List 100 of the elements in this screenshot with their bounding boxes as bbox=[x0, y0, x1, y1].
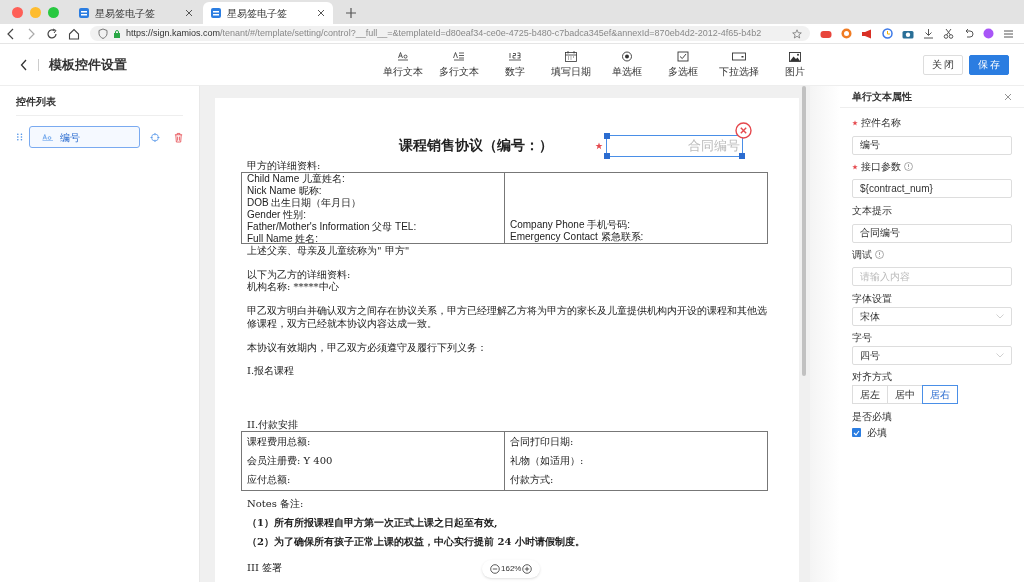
toolbar-button[interactable]: 单选框 bbox=[598, 50, 655, 79]
table-text: Full Name 姓名: bbox=[247, 233, 320, 245]
shield-icon bbox=[98, 28, 108, 39]
back-icon[interactable] bbox=[20, 58, 28, 71]
section-label: 甲方的详细资料: bbox=[247, 160, 322, 172]
trash-icon[interactable] bbox=[173, 131, 183, 143]
toolbar-button[interactable]: 填写日期 bbox=[542, 50, 599, 79]
align-option[interactable]: 居左 bbox=[852, 385, 888, 404]
field-label: 对齐方式 bbox=[852, 370, 892, 384]
toolbar-button[interactable]: 多选框 bbox=[654, 50, 711, 79]
chevron-down-icon bbox=[996, 314, 1004, 319]
url-text: https://sign.kamios.com/tenant/#/template/setting/control?__full__=&templateId=d80eaf34-ce0e-4725-b480-c7badca345ef&annexId=870eb4d2-2012-4f65-b4b2 bbox=[126, 26, 763, 40]
field-label: 调试 bbox=[852, 248, 872, 262]
forward-icon[interactable] bbox=[26, 27, 36, 40]
checkbox-icon bbox=[674, 50, 691, 63]
paragraph-text: 上述父亲、母亲及儿童统称为" 甲方" bbox=[247, 245, 411, 257]
tab-title: 星易签电子签 bbox=[95, 6, 156, 21]
dropdown[interactable]: 宋体 bbox=[852, 307, 1012, 326]
scissors-icon[interactable] bbox=[943, 28, 954, 39]
lock-icon bbox=[113, 29, 121, 38]
image-icon bbox=[786, 50, 803, 63]
table-text: 礼物（如适用）: bbox=[510, 455, 585, 467]
resize-handle[interactable] bbox=[604, 153, 610, 159]
zoom-level: 162% bbox=[501, 563, 522, 575]
download-icon[interactable] bbox=[923, 28, 934, 39]
section-heading: III 签署 bbox=[247, 562, 283, 574]
section-heading: II.付款安排 bbox=[247, 419, 300, 431]
field-label: 字号 bbox=[852, 331, 872, 345]
menu-icon[interactable] bbox=[1003, 28, 1014, 39]
star-icon[interactable] bbox=[792, 28, 802, 39]
checkbox-label: 必填 bbox=[867, 426, 887, 440]
field-label: 字体设置 bbox=[852, 292, 892, 306]
window-control[interactable] bbox=[12, 6, 23, 18]
close-icon[interactable] bbox=[185, 9, 193, 17]
checkbox[interactable] bbox=[852, 428, 861, 437]
panel-title: 单行文本属性 bbox=[852, 90, 912, 104]
section-heading: I.报名课程 bbox=[247, 365, 296, 377]
panel-title: 控件列表 bbox=[16, 94, 183, 116]
undo-icon[interactable] bbox=[963, 28, 974, 39]
align-option[interactable]: 居右 bbox=[922, 385, 958, 404]
toolbar-button[interactable]: 多行文本 bbox=[430, 50, 487, 79]
toolbar-button[interactable]: 下拉选择 bbox=[710, 50, 767, 79]
table-text: DOB 出生日期（年月日） bbox=[247, 197, 363, 209]
section-label: 以下为乙方的详细资料: bbox=[247, 269, 352, 281]
favicon-icon bbox=[79, 8, 89, 18]
toolbar-button[interactable]: 单行文本 bbox=[374, 50, 431, 79]
paragraph-text: 机构名称: *****中心 bbox=[247, 281, 340, 293]
camera-icon[interactable] bbox=[902, 28, 914, 39]
input-field[interactable]: 请输入内容 bbox=[852, 267, 1012, 286]
resize-handle[interactable] bbox=[604, 133, 610, 139]
document-title: 课程销售协议（编号：） bbox=[399, 136, 553, 155]
align-option[interactable]: 居中 bbox=[887, 385, 923, 404]
crosshair-icon[interactable] bbox=[150, 131, 160, 143]
home-icon[interactable] bbox=[68, 27, 80, 40]
remove-icon[interactable] bbox=[735, 122, 752, 139]
zoom-out-icon[interactable] bbox=[490, 564, 500, 574]
field-label: 是否必填 bbox=[852, 410, 892, 424]
table-text: Child Name 儿童姓名: bbox=[247, 173, 346, 185]
megaphone-icon[interactable] bbox=[861, 28, 873, 39]
table-text: Emergency Contact 紧急联系: bbox=[510, 231, 645, 243]
address-bar[interactable]: https://sign.kamios.com/tenant/#/template/setting/control?__full__=&templateId=d80eaf34-ce0e-4725-b480-c7badca345ef&annexId=870eb4d2-2012-4f65-b4b2 bbox=[90, 26, 810, 41]
table-text: 课程费用总额: bbox=[247, 435, 312, 448]
input-field[interactable]: ${contract_num} bbox=[852, 179, 1012, 198]
field-label: 控件名称 bbox=[861, 116, 901, 130]
calendar-icon bbox=[562, 50, 579, 63]
note-text: （2）为了确保所有孩子正常上课的权益，中心实行提前 24 小时请假制度。 bbox=[247, 536, 586, 548]
multiline-text-icon bbox=[450, 50, 467, 63]
back-icon[interactable] bbox=[6, 27, 16, 40]
toolbar-button[interactable]: 图片 bbox=[766, 50, 823, 79]
zoom-in-icon[interactable] bbox=[522, 564, 533, 574]
table-text: Father/Mother's Information 父母 TEL: bbox=[247, 221, 418, 233]
toolbar-button[interactable]: 数字 bbox=[486, 50, 543, 79]
table-text: Gender 性别: bbox=[247, 209, 307, 221]
drag-handle-icon[interactable] bbox=[16, 132, 24, 142]
chevron-down-icon bbox=[996, 353, 1004, 358]
reload-icon[interactable] bbox=[46, 27, 58, 40]
table-text: 合同打印日期: bbox=[510, 435, 575, 448]
close-icon[interactable] bbox=[317, 9, 325, 17]
page-title: 模板控件设置 bbox=[49, 55, 127, 74]
control-list-item[interactable]: 编号 bbox=[29, 126, 140, 148]
table-text: 会员注册费: Y 400 bbox=[247, 455, 334, 467]
resize-handle[interactable] bbox=[739, 153, 745, 159]
dropdown-icon bbox=[730, 50, 747, 63]
browser-tab[interactable]: 星易签电子签 bbox=[203, 2, 333, 24]
check-icon bbox=[853, 429, 860, 436]
number-icon bbox=[506, 50, 523, 63]
input-field[interactable]: 编号 bbox=[852, 135, 1012, 155]
section-label: Notes 备注: bbox=[247, 498, 305, 510]
table-text: Company Phone 手机号码: bbox=[510, 219, 632, 231]
scrollbar[interactable] bbox=[802, 86, 806, 376]
favicon-icon bbox=[211, 8, 221, 18]
input-field[interactable]: 合同编号 bbox=[852, 223, 1012, 243]
text-icon bbox=[42, 133, 55, 141]
field-label: 接口参数 bbox=[861, 160, 901, 174]
table-text: Nick Name 昵称: bbox=[247, 185, 323, 197]
save-button[interactable]: 保 存 bbox=[969, 54, 1009, 75]
dropdown[interactable]: 四号 bbox=[852, 346, 1012, 365]
paragraph-text: 甲乙双方明白并确认双方之间存在协议关系，甲方已经理解乙方将为甲方的家长及儿童提供机构内开设的课程和其他选修课程，双方已经就本协议内容达成一致。 bbox=[247, 304, 768, 330]
close-button[interactable]: 关 闭 bbox=[923, 54, 963, 75]
clock-icon[interactable] bbox=[882, 28, 893, 39]
